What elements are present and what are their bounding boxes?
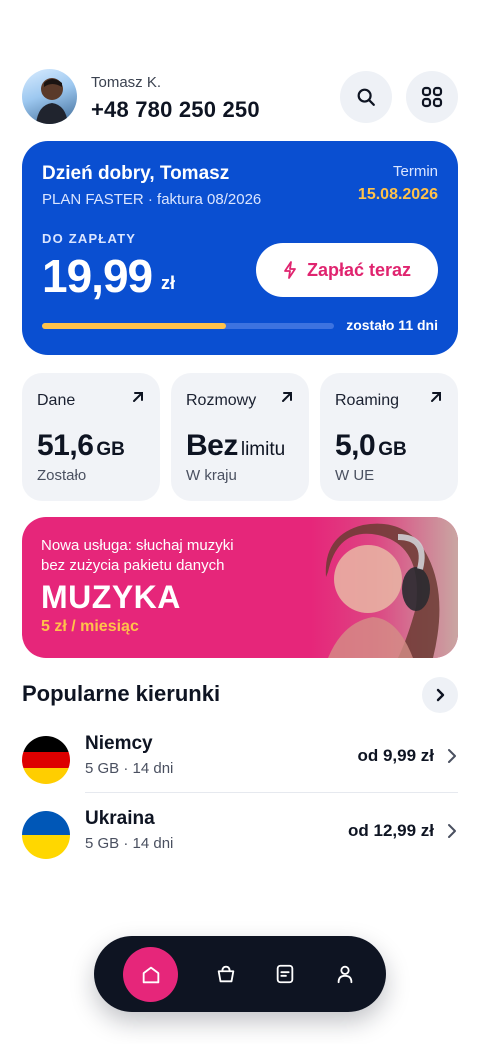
amount-currency: zł [161, 273, 176, 293]
search-icon [357, 88, 375, 106]
avatar[interactable] [22, 69, 77, 124]
nav-profile-button[interactable] [333, 962, 357, 986]
stat-value: 5,0 GB [335, 429, 407, 462]
stat-subtitle: Zostało [37, 467, 87, 484]
chevron-right-icon [448, 824, 456, 838]
billing-card: Dzień dobry, Tomasz PLAN FASTER · faktur… [22, 141, 458, 355]
lightning-icon [284, 261, 296, 279]
see-all-button[interactable] [422, 677, 458, 713]
destination-price: od 12,99 zł [348, 821, 434, 840]
amount-due: 19,99 [42, 250, 153, 302]
promo-image [248, 517, 458, 658]
billing-progress-bar [42, 323, 334, 329]
stat-tile-data[interactable]: Dane 51,6 GB Zostało [22, 373, 160, 501]
destination-price: od 9,99 zł [357, 746, 434, 765]
stat-title: Roaming [335, 392, 400, 409]
due-label: DO ZAPŁATY [42, 231, 137, 246]
ukraine-flag-icon [22, 811, 70, 859]
destination-name: Niemcy [85, 733, 153, 754]
stat-title: Dane [37, 392, 76, 409]
invoice-icon [276, 964, 294, 984]
user-phone: +48 780 250 250 [91, 97, 260, 122]
pay-now-button[interactable]: Zapłać teraz [256, 243, 438, 297]
nav-invoices-button[interactable] [273, 962, 297, 986]
basket-icon [217, 965, 235, 983]
section-title: Popularne kierunki [22, 681, 221, 706]
greeting: Dzień dobry, Tomasz [42, 163, 230, 184]
stat-subtitle: W UE [335, 467, 375, 484]
bottom-nav [94, 936, 386, 1012]
nav-shop-button[interactable] [214, 962, 238, 986]
promo-text-line2: bez zużycia pakietu danych [41, 557, 225, 574]
music-promo-banner[interactable]: Nowa usługa: słuchaj muzyki bez zużycia … [22, 517, 458, 658]
billing-progress-fill [42, 323, 226, 329]
stat-value: Bez limitu [186, 429, 286, 462]
promo-price: 5 zł / miesiąc [41, 618, 139, 635]
germany-flag-icon [22, 736, 70, 784]
header: Tomasz K. +48 780 250 250 [22, 69, 458, 125]
destination-name: Ukraina [85, 808, 155, 829]
destination-meta: 5 GB · 14 dni [85, 760, 174, 777]
plan-info: PLAN FASTER · faktura 08/2026 [42, 191, 262, 208]
pay-now-label: Zapłać teraz [306, 259, 412, 280]
profile-icon [337, 965, 353, 984]
promo-title: MUZYKA [41, 579, 181, 615]
promo-text-line1: Nowa usługa: słuchaj muzyki [41, 537, 234, 554]
destination-item[interactable]: Niemcy 5 GB · 14 dni od 9,99 zł [22, 730, 458, 790]
grid-icon [421, 86, 443, 108]
search-button[interactable] [340, 71, 392, 123]
stat-tile-roaming[interactable]: Roaming 5,0 GB W UE [320, 373, 458, 501]
list-divider [85, 792, 458, 793]
stat-tile-calls[interactable]: Rozmowy Bez limitu W kraju [171, 373, 309, 501]
stat-title: Rozmowy [186, 392, 257, 409]
arrow-up-right-icon [282, 392, 292, 402]
apps-button[interactable] [406, 71, 458, 123]
nav-home-button[interactable] [123, 947, 178, 1002]
chevron-right-icon [448, 749, 456, 763]
term-label: Termin [392, 163, 438, 180]
chevron-right-icon [436, 688, 445, 702]
arrow-up-right-icon [133, 392, 143, 402]
destination-meta: 5 GB · 14 dni [85, 835, 174, 852]
days-remaining: zostało 11 dni [346, 317, 438, 333]
home-icon [142, 966, 159, 983]
term-date: 15.08.2026 [357, 186, 438, 203]
stat-value: 51,6 GB [37, 429, 125, 462]
stat-subtitle: W kraju [186, 467, 237, 484]
arrow-up-right-icon [431, 392, 441, 402]
destination-item[interactable]: Ukraina 5 GB · 14 dni od 12,99 zł [22, 805, 458, 865]
user-name: Tomasz K. [91, 74, 162, 91]
